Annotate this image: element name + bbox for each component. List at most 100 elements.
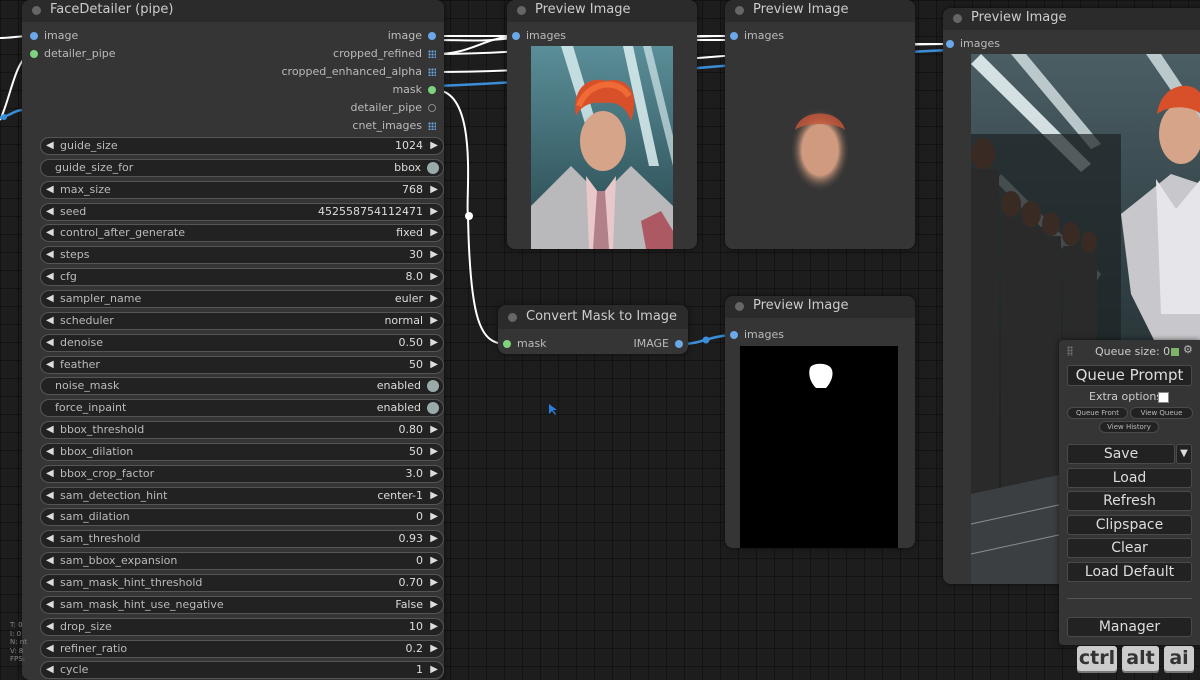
preview-image-title-bar[interactable]: Preview Image — [725, 296, 915, 318]
list-slot-grid-icon[interactable] — [428, 50, 436, 58]
input-slot-images[interactable]: images — [730, 29, 784, 43]
widget-control-after-generate[interactable]: ◀ control_after_generate fixed ▶ — [40, 224, 444, 243]
increment-arrow-icon[interactable]: ▶ — [430, 204, 438, 220]
view-queue-button[interactable]: View Queue — [1130, 407, 1193, 419]
decrement-arrow-icon[interactable]: ◀ — [46, 247, 54, 263]
widget-sam-mask-hint-use-negative[interactable]: ◀ sam_mask_hint_use_negative False ▶ — [40, 595, 444, 614]
output-slot-cropped-enhanced-alpha[interactable]: cropped_enhanced_alpha — [282, 65, 436, 79]
widget-noise-mask[interactable]: noise_mask enabled — [40, 377, 444, 396]
output-slot-image[interactable]: image — [388, 29, 436, 43]
widget-guide-size[interactable]: ◀ guide_size 1024 ▶ — [40, 137, 444, 155]
increment-arrow-icon[interactable]: ▶ — [430, 335, 438, 351]
decrement-arrow-icon[interactable]: ◀ — [46, 204, 54, 220]
toggle-knob-icon[interactable] — [427, 380, 439, 393]
widget-bbox-dilation[interactable]: ◀ bbox_dilation 50 ▶ — [40, 442, 444, 461]
decrement-arrow-icon[interactable]: ◀ — [46, 509, 54, 525]
decrement-arrow-icon[interactable]: ◀ — [46, 291, 54, 307]
widget-sam-mask-hint-threshold[interactable]: ◀ sam_mask_hint_threshold 0.70 ▶ — [40, 574, 444, 592]
preview-image-node-2[interactable]: Preview Image images — [725, 0, 915, 249]
decrement-arrow-icon[interactable]: ◀ — [46, 335, 54, 351]
increment-arrow-icon[interactable]: ▶ — [430, 444, 438, 460]
increment-arrow-icon[interactable]: ▶ — [430, 575, 438, 591]
decrement-arrow-icon[interactable]: ◀ — [46, 225, 54, 241]
collapse-dot-icon[interactable] — [735, 6, 744, 15]
increment-arrow-icon[interactable]: ▶ — [430, 509, 438, 525]
increment-arrow-icon[interactable]: ▶ — [430, 291, 438, 307]
manager-button[interactable]: Manager — [1067, 617, 1192, 637]
image-slot-dot-icon[interactable] — [428, 32, 436, 40]
widget-seed[interactable]: ◀ seed 452558754112471 ▶ — [40, 202, 444, 221]
widget-max-size[interactable]: ◀ max_size 768 ▶ — [40, 180, 444, 199]
increment-arrow-icon[interactable]: ▶ — [430, 182, 438, 198]
output-slot-mask[interactable]: mask — [392, 83, 436, 97]
increment-arrow-icon[interactable]: ▶ — [430, 466, 438, 482]
widget-cfg[interactable]: ◀ cfg 8.0 ▶ — [40, 268, 444, 287]
decrement-arrow-icon[interactable]: ◀ — [46, 357, 54, 373]
decrement-arrow-icon[interactable]: ◀ — [46, 553, 54, 569]
increment-arrow-icon[interactable]: ▶ — [430, 553, 438, 569]
widget-drop-size[interactable]: ◀ drop_size 10 ▶ — [40, 617, 444, 636]
decrement-arrow-icon[interactable]: ◀ — [46, 597, 54, 613]
increment-arrow-icon[interactable]: ▶ — [430, 357, 438, 373]
increment-arrow-icon[interactable]: ▶ — [430, 422, 438, 438]
widget-refiner-ratio[interactable]: ◀ refiner_ratio 0.2 ▶ — [40, 639, 444, 658]
increment-arrow-icon[interactable]: ▶ — [430, 225, 438, 241]
refresh-button[interactable]: Refresh — [1067, 491, 1192, 511]
preview-image-title-bar[interactable]: Preview Image — [507, 0, 697, 22]
decrement-arrow-icon[interactable]: ◀ — [46, 466, 54, 482]
collapse-dot-icon[interactable] — [735, 302, 744, 311]
increment-arrow-icon[interactable]: ▶ — [430, 269, 438, 285]
image-slot-dot-icon[interactable] — [730, 32, 738, 40]
increment-arrow-icon[interactable]: ▶ — [430, 662, 438, 678]
mask-slot-dot-icon[interactable] — [503, 340, 511, 348]
widget-sampler-name[interactable]: ◀ sampler_name euler ▶ — [40, 289, 444, 308]
decrement-arrow-icon[interactable]: ◀ — [46, 488, 54, 504]
queue-front-button[interactable]: Queue Front — [1067, 407, 1128, 419]
collapse-dot-icon[interactable] — [953, 14, 962, 23]
input-slot-images[interactable]: images — [946, 37, 1000, 51]
input-slot-image[interactable]: image — [30, 29, 78, 43]
face-detailer-title-bar[interactable]: FaceDetailer (pipe) — [22, 0, 444, 22]
input-slot-detailer-pipe[interactable]: detailer_pipe — [30, 47, 116, 61]
toggle-knob-icon[interactable] — [427, 161, 439, 174]
widget-force-inpaint[interactable]: force_inpaint enabled — [40, 399, 444, 418]
increment-arrow-icon[interactable]: ▶ — [430, 597, 438, 613]
preview-image-node-3[interactable]: Preview Image images — [725, 296, 915, 548]
decrement-arrow-icon[interactable]: ◀ — [46, 641, 54, 657]
decrement-arrow-icon[interactable]: ◀ — [46, 269, 54, 285]
face-detailer-node[interactable]: FaceDetailer (pipe) image detailer_pipe … — [22, 0, 444, 680]
clipspace-button[interactable]: Clipspace — [1067, 515, 1192, 535]
load-button[interactable]: Load — [1067, 468, 1192, 488]
preview-image-portrait[interactable] — [531, 46, 673, 249]
pipe-slot-dot-icon[interactable] — [30, 50, 38, 58]
output-slot-image[interactable]: IMAGE — [633, 337, 683, 351]
clear-button[interactable]: Clear — [1067, 538, 1192, 558]
widget-sam-threshold[interactable]: ◀ sam_threshold 0.93 ▶ — [40, 530, 444, 549]
widget-guide-size-for[interactable]: guide_size_for bbox — [40, 158, 444, 177]
decrement-arrow-icon[interactable]: ◀ — [46, 531, 54, 547]
increment-arrow-icon[interactable]: ▶ — [430, 531, 438, 547]
output-slot-cropped-refined[interactable]: cropped_refined — [333, 47, 436, 61]
output-slot-cnet-images[interactable]: cnet_images — [352, 119, 436, 133]
extra-options-checkbox[interactable] — [1158, 392, 1169, 403]
widget-feather[interactable]: ◀ feather 50 ▶ — [40, 355, 444, 374]
decrement-arrow-icon[interactable]: ◀ — [46, 138, 54, 154]
image-slot-dot-icon[interactable] — [730, 331, 738, 339]
widget-bbox-crop-factor[interactable]: ◀ bbox_crop_factor 3.0 ▶ — [40, 464, 444, 483]
list-slot-grid-icon[interactable] — [428, 122, 436, 130]
widget-bbox-threshold[interactable]: ◀ bbox_threshold 0.80 ▶ — [40, 421, 444, 440]
input-slot-images[interactable]: images — [730, 328, 784, 342]
preview-image-node-1[interactable]: Preview Image images — [507, 0, 697, 249]
input-slot-mask[interactable]: mask — [503, 337, 547, 351]
increment-arrow-icon[interactable]: ▶ — [430, 138, 438, 154]
collapse-dot-icon[interactable] — [508, 313, 517, 322]
image-slot-dot-icon[interactable] — [675, 340, 683, 348]
mask-preview-image[interactable] — [740, 346, 898, 548]
widget-denoise[interactable]: ◀ denoise 0.50 ▶ — [40, 333, 444, 352]
pipe-slot-dot-icon[interactable] — [428, 104, 436, 112]
collapse-dot-icon[interactable] — [517, 6, 526, 15]
image-slot-dot-icon[interactable] — [30, 32, 38, 40]
image-slot-dot-icon[interactable] — [512, 32, 520, 40]
decrement-arrow-icon[interactable]: ◀ — [46, 313, 54, 329]
image-slot-dot-icon[interactable] — [946, 40, 954, 48]
